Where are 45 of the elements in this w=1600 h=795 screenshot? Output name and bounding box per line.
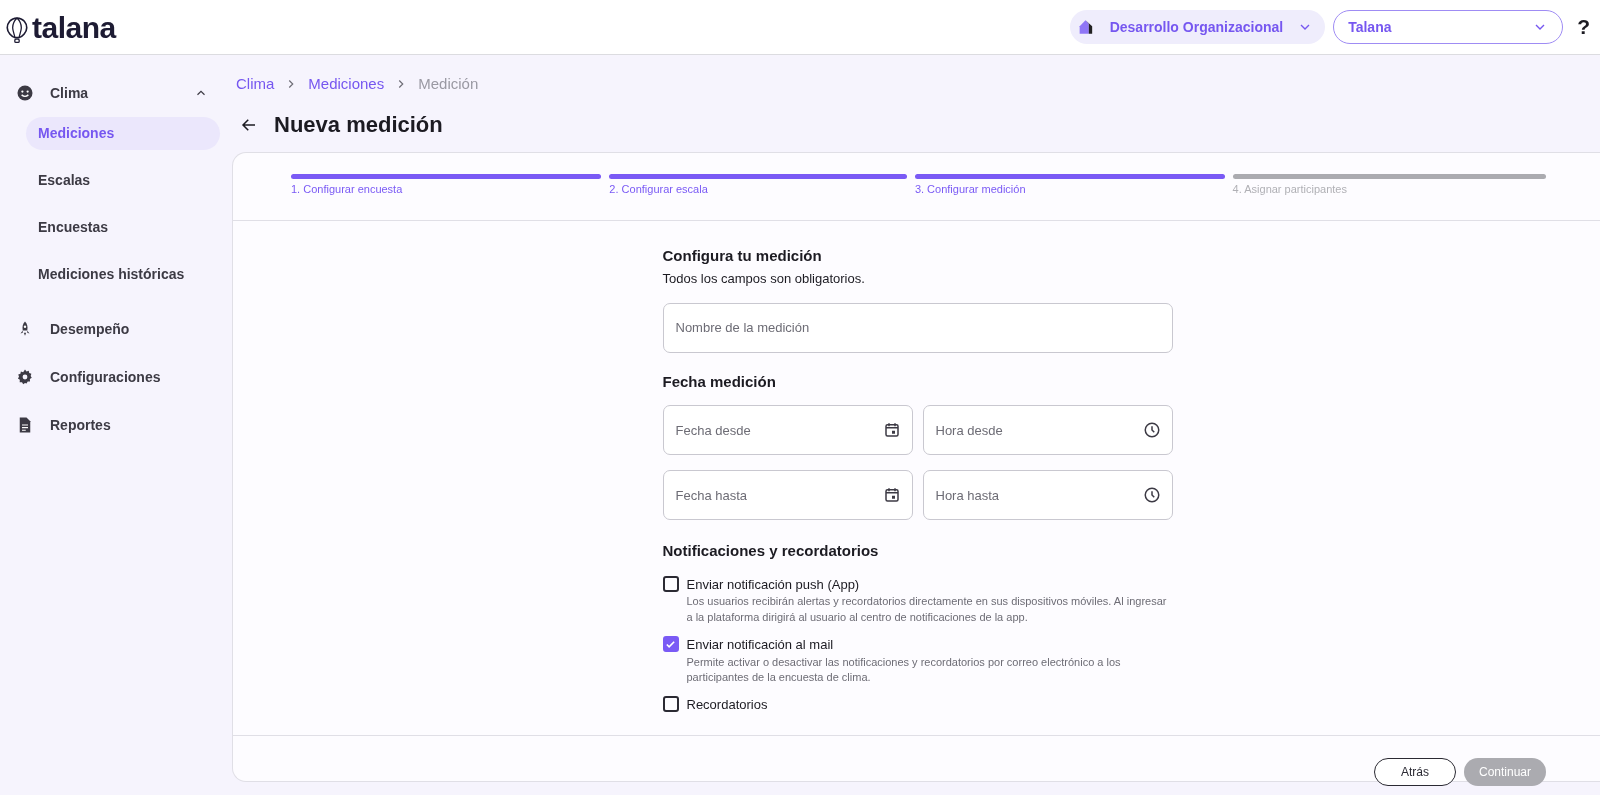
calendar-icon: [882, 486, 901, 505]
section-title: Configura tu medición: [662, 245, 823, 266]
section-subtitle: Todos los campos son obligatorios.: [662, 270, 866, 289]
area-selector[interactable]: Desarrollo Organizacional: [1069, 10, 1326, 44]
checkbox-label: Recordatorios: [686, 696, 768, 715]
breadcrumb-current: Medición: [418, 74, 479, 94]
sidebar-item[interactable]: Desempeño: [8, 305, 220, 353]
input-field[interactable]: Nombre de la medición: [662, 302, 1173, 353]
page-title: Nueva medición: [274, 111, 443, 138]
date-field[interactable]: Fecha desde: [662, 405, 913, 456]
sidebar-item[interactable]: Configuraciones: [8, 353, 220, 401]
sidebar-subitem[interactable]: Mediciones históricas: [26, 258, 220, 291]
check-icon: [665, 638, 676, 650]
option-description: Los usuarios recibirán alertas y recordatorios directamente en sus dispositivos móviles. Al ingresar a la plataforma dirigirá al usuario al centro de notificaciones de la app.: [686, 594, 1168, 625]
section-title: Notificaciones y recordatorios: [662, 541, 880, 562]
smiley-face-icon: [16, 84, 34, 102]
back-button[interactable]: Atrás: [1374, 757, 1456, 786]
checkbox-label: Enviar notificación push (App): [686, 575, 861, 594]
checkbox[interactable]: [662, 696, 679, 713]
breadcrumb-link[interactable]: Mediciones: [308, 73, 385, 96]
step-label: 2. Configurar escala: [609, 181, 709, 197]
calendar-icon: [882, 421, 901, 440]
option-description: Permite activar o desactivar las notificaciones y recordatorios por correo electrónico a los participantes de la encuesta de clima.: [686, 654, 1122, 686]
breadcrumb-link[interactable]: Clima: [236, 73, 275, 96]
checkbox[interactable]: [662, 575, 679, 592]
time-field[interactable]: Hora desde: [922, 405, 1173, 456]
time-field[interactable]: Hora hasta: [922, 470, 1173, 521]
checkbox[interactable]: [662, 636, 679, 653]
checkbox-label: Enviar notificación al mail: [686, 636, 835, 655]
help-link[interactable]: ?: [1577, 11, 1590, 43]
clock-icon: [1142, 486, 1161, 505]
step-label: 3. Configurar medición: [914, 181, 1027, 197]
sidebar-subitem[interactable]: Encuestas: [26, 211, 220, 244]
sidebar-subitem[interactable]: Mediciones: [26, 117, 220, 150]
step-label: 1. Configurar encuesta: [291, 181, 404, 197]
sidebar-item[interactable]: Clima: [8, 69, 220, 117]
date-field[interactable]: Fecha hasta: [662, 470, 913, 521]
step-label: 4. Asignar participantes: [1232, 181, 1348, 197]
section-title: Fecha medición: [662, 371, 777, 392]
logo-wordmark: talana: [32, 9, 116, 46]
company-select[interactable]: Talana: [1333, 10, 1564, 44]
sidebar-item[interactable]: Reportes: [8, 401, 220, 449]
sidebar-subitem[interactable]: Escalas: [26, 164, 220, 197]
clock-icon: [1142, 421, 1161, 440]
gear-icon: [16, 368, 34, 386]
